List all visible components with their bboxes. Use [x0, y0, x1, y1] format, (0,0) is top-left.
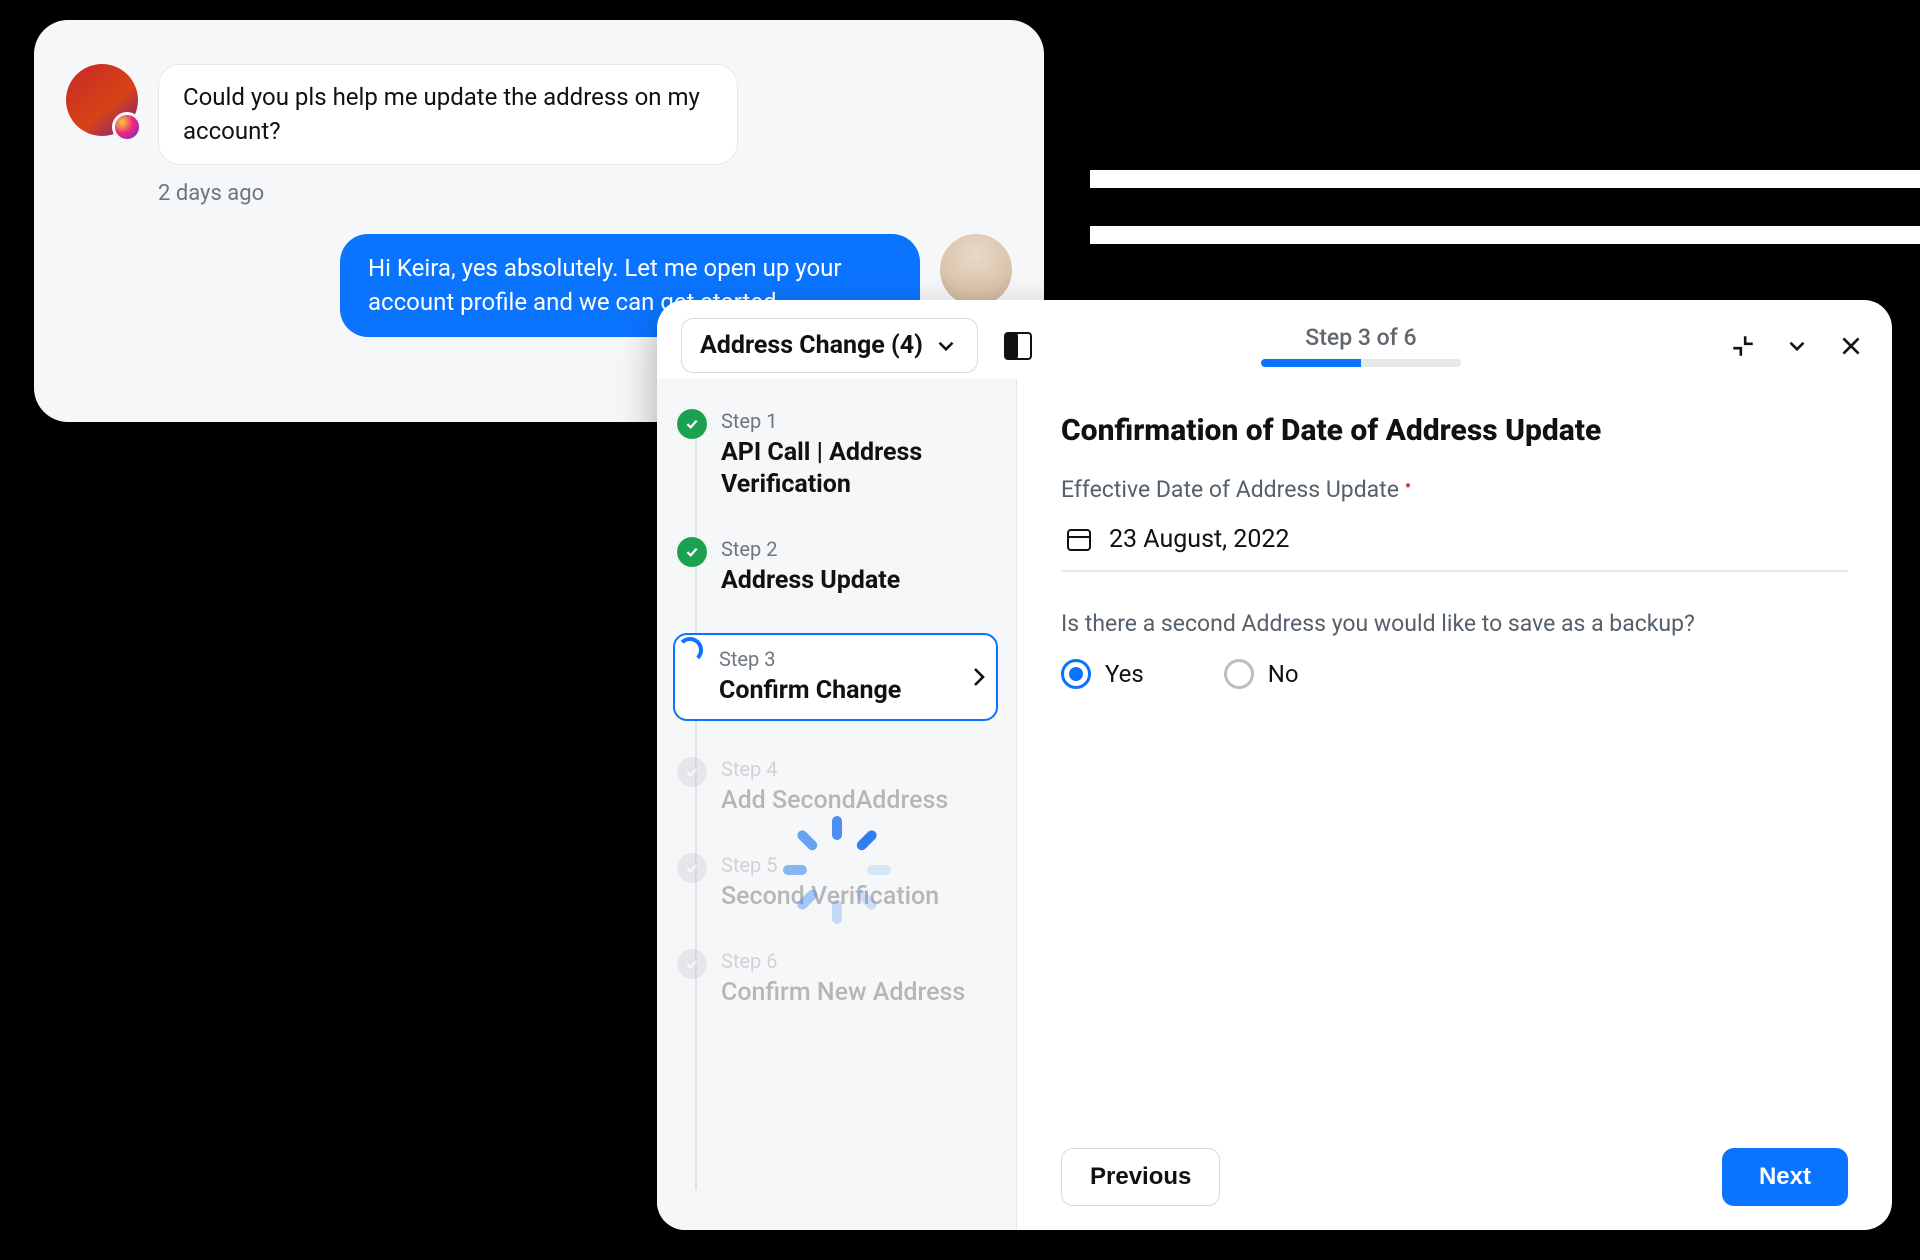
chevron-down-icon [933, 333, 959, 359]
layout-columns-icon[interactable] [1004, 332, 1032, 360]
step-6[interactable]: Step 6 Confirm New Address [677, 949, 998, 1009]
minimize-icon[interactable] [1730, 333, 1756, 359]
content-footer: Previous Next [1061, 1130, 1848, 1206]
previous-button[interactable]: Previous [1061, 1148, 1220, 1206]
workflow-dropdown[interactable]: Address Change (4) [681, 318, 978, 373]
close-icon[interactable] [1838, 333, 1864, 359]
check-icon [677, 537, 707, 567]
calendar-icon [1067, 529, 1091, 551]
pending-step-icon [677, 949, 707, 979]
step-indicator-label: Step 3 of 6 [1261, 324, 1461, 351]
radio-label: Yes [1105, 660, 1144, 688]
incoming-message-row: Could you pls help me update the address… [66, 64, 1012, 165]
agent-avatar [940, 234, 1012, 306]
step-number: Step 2 [721, 537, 998, 561]
step-4[interactable]: Step 4 Add SecondAddress [677, 757, 998, 817]
workflow-dropdown-label: Address Change (4) [700, 331, 923, 360]
radio-label: No [1268, 660, 1299, 688]
decorative-strip [1090, 170, 1920, 188]
loading-spinner-icon [804, 859, 870, 925]
pending-step-icon [677, 853, 707, 883]
step-1[interactable]: Step 1 API Call | Address Verification [677, 409, 998, 501]
step-title: Confirm New Address [721, 977, 998, 1009]
progress-bar [1261, 359, 1461, 367]
message-timestamp: 2 days ago [158, 181, 1012, 206]
workflow-panel: Address Change (4) Step 3 of 6 [657, 300, 1892, 1230]
radio-icon [1061, 659, 1091, 689]
instagram-badge-icon [112, 112, 142, 142]
step-title: API Call | Address Verification [721, 437, 998, 501]
step-title: Address Update [721, 565, 998, 597]
radio-no[interactable]: No [1224, 659, 1299, 689]
steps-sidebar: Step 1 API Call | Address Verification S… [657, 379, 1017, 1230]
date-field-label: Effective Date of Address Update • [1061, 474, 1848, 503]
incoming-message-bubble: Could you pls help me update the address… [158, 64, 738, 165]
backup-radio-group: Yes No [1061, 659, 1848, 689]
next-button[interactable]: Next [1722, 1148, 1848, 1206]
spinner-icon [675, 635, 705, 665]
radio-icon [1224, 659, 1254, 689]
pending-step-icon [677, 757, 707, 787]
step-number: Step 3 [719, 647, 984, 671]
step-title: Add SecondAddress [721, 785, 998, 817]
step-number: Step 6 [721, 949, 998, 973]
step-3[interactable]: Step 3 Confirm Change [673, 633, 998, 721]
chevron-right-icon [972, 666, 986, 688]
panel-header: Address Change (4) Step 3 of 6 [657, 300, 1892, 379]
chevron-down-icon[interactable] [1784, 333, 1810, 359]
check-icon [677, 409, 707, 439]
effective-date-input[interactable]: 23 August, 2022 [1061, 513, 1848, 572]
step-number: Step 4 [721, 757, 998, 781]
radio-yes[interactable]: Yes [1061, 659, 1144, 689]
header-actions [1730, 333, 1864, 359]
customer-avatar [66, 64, 138, 136]
decorative-strip [1090, 226, 1920, 244]
content-area: Confirmation of Date of Address Update E… [1017, 379, 1892, 1230]
date-value: 23 August, 2022 [1109, 525, 1289, 554]
step-number: Step 1 [721, 409, 998, 433]
step-indicator: Step 3 of 6 [1261, 324, 1461, 367]
step-2[interactable]: Step 2 Address Update [677, 537, 998, 597]
step-title: Confirm Change [719, 675, 984, 707]
content-heading: Confirmation of Date of Address Update [1061, 413, 1848, 448]
required-indicator: • [1405, 474, 1412, 498]
backup-question: Is there a second Address you would like… [1061, 610, 1848, 637]
